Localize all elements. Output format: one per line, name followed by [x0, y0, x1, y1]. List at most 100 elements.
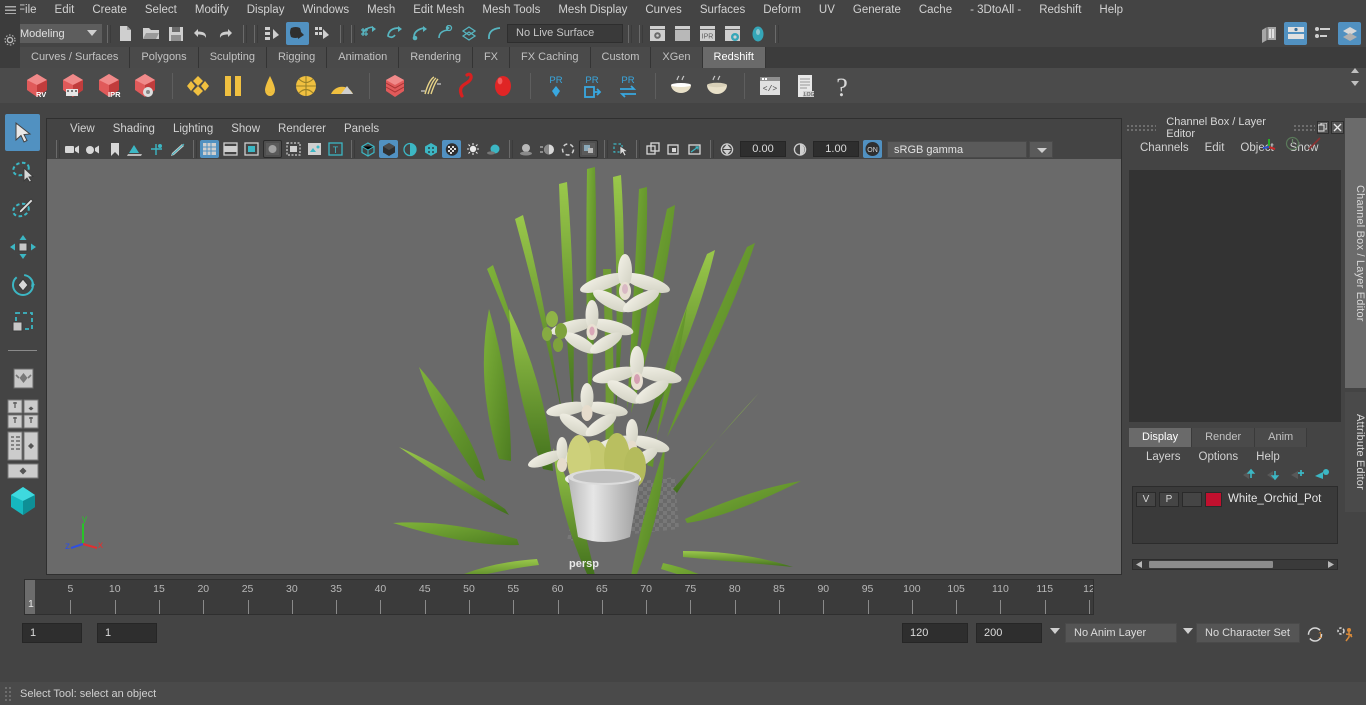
anim-layer-dropdown-arrow[interactable] — [1050, 628, 1060, 634]
texture-checker-icon[interactable] — [442, 140, 461, 158]
redshift-proxy-icon[interactable] — [378, 70, 412, 102]
render-current-frame-icon[interactable] — [646, 22, 669, 45]
exposure-icon[interactable] — [717, 140, 736, 158]
redshift-help-icon[interactable]: ? — [825, 70, 859, 102]
color-space-field[interactable]: sRGB gamma — [887, 140, 1027, 158]
animation-end-time-field[interactable]: 200 — [976, 623, 1042, 643]
panel-grip-left[interactable] — [1126, 124, 1157, 131]
tool-lasso-select[interactable] — [5, 152, 40, 189]
channel-menu-channels[interactable]: Channels — [1132, 142, 1197, 154]
redshift-bump-map-icon[interactable] — [253, 70, 287, 102]
ipr-render-icon[interactable]: IPR — [696, 22, 719, 45]
animation-preferences-icon[interactable] — [1336, 626, 1356, 646]
camera-attributes-icon[interactable] — [84, 140, 103, 158]
manipulator-axes-icon[interactable] — [1262, 137, 1278, 154]
redshift-pr-swap-icon[interactable]: PR — [611, 70, 645, 102]
redshift-render-sequence-icon[interactable] — [56, 70, 90, 102]
snap-to-view-planes-icon[interactable] — [458, 22, 481, 45]
redshift-pr-export-icon[interactable]: PR — [575, 70, 609, 102]
redo-render-icon[interactable] — [671, 22, 694, 45]
redshift-pr-point-cloud-icon[interactable]: PR — [539, 70, 573, 102]
snap-to-grid-icon[interactable] — [358, 22, 381, 45]
shelf-tab-fx-caching[interactable]: FX Caching — [510, 47, 591, 68]
shelf-tab-fx[interactable]: FX — [472, 47, 511, 68]
anim-layer-field[interactable]: No Anim Layer — [1065, 623, 1177, 643]
gamma-field[interactable]: 1.00 — [813, 141, 859, 157]
grease-pencil-icon[interactable] — [168, 140, 187, 158]
snap-to-curve-icon[interactable] — [383, 22, 406, 45]
layout-four-view[interactable] — [5, 399, 41, 429]
screen-space-ao-icon[interactable] — [516, 140, 535, 158]
toggle-grid-icon[interactable] — [200, 140, 219, 158]
shaded-wireframe-icon[interactable] — [400, 140, 419, 158]
menu-generate[interactable]: Generate — [844, 0, 910, 20]
shelf-tab-curves-surfaces[interactable]: Curves / Surfaces — [20, 47, 131, 68]
menu-help[interactable]: Help — [1090, 0, 1132, 20]
viewport-menu-shading[interactable]: Shading — [104, 123, 164, 135]
shelf-tab-xgen[interactable]: XGen — [651, 47, 703, 68]
tool-move[interactable] — [5, 228, 40, 265]
redshift-render-settings-icon[interactable] — [128, 70, 162, 102]
redshift-environment-icon[interactable] — [325, 70, 359, 102]
viewport-menu-renderer[interactable]: Renderer — [269, 123, 335, 135]
new-scene-icon[interactable] — [114, 22, 137, 45]
layout-single-persp[interactable] — [5, 463, 41, 483]
channel-box-content-area[interactable] — [1129, 170, 1341, 422]
workspace-crystal-icon[interactable] — [5, 485, 41, 517]
menu-mesh-display[interactable]: Mesh Display — [549, 0, 636, 20]
playback-end-time-field[interactable]: 120 — [902, 623, 968, 643]
viewport-menu-view[interactable]: View — [61, 123, 104, 135]
wireframe-shading-icon[interactable] — [358, 140, 377, 158]
toggle-gate-mask-icon[interactable] — [263, 140, 282, 158]
tool-last-used[interactable] — [5, 360, 40, 397]
shelf-tab-animation[interactable]: Animation — [327, 47, 400, 68]
display-layer-list[interactable]: V P White_Orchid_Pot — [1132, 486, 1338, 544]
layer-list-horizontal-scrollbar[interactable] — [1132, 559, 1338, 570]
layer-row-white-orchid-pot[interactable]: V P White_Orchid_Pot — [1133, 490, 1337, 508]
layer-color-swatch[interactable] — [1205, 491, 1222, 507]
animation-start-time-field[interactable]: 1 — [22, 623, 82, 643]
redshift-volume-icon[interactable] — [486, 70, 520, 102]
redshift-normal-map-icon[interactable] — [217, 70, 251, 102]
object-select-icon[interactable] — [286, 22, 309, 45]
menu-edit[interactable]: Edit — [46, 0, 84, 20]
menu-edit-mesh[interactable]: Edit Mesh — [404, 0, 473, 20]
redshift-log-icon[interactable]: .LOG — [789, 70, 823, 102]
playback-start-time-field[interactable]: 1 — [97, 623, 157, 643]
menu-windows[interactable]: Windows — [293, 0, 358, 20]
character-set-field[interactable]: No Character Set — [1196, 623, 1300, 643]
shelf-tab-redshift[interactable]: Redshift — [702, 47, 766, 68]
shelf-menu-icon[interactable] — [5, 6, 16, 14]
open-scene-icon[interactable] — [139, 22, 162, 45]
shelf-tab-rigging[interactable]: Rigging — [266, 47, 328, 68]
tool-paint-select[interactable] — [5, 190, 40, 227]
dock-tab-channel-box[interactable]: Channel Box / Layer Editor — [1345, 118, 1366, 388]
character-set-dropdown-arrow[interactable] — [1183, 628, 1193, 634]
two-d-pan-zoom-icon[interactable] — [147, 140, 166, 158]
redshift-render-view-icon[interactable]: RV — [20, 70, 54, 102]
menu-select[interactable]: Select — [136, 0, 186, 20]
shelf-tab-sculpting[interactable]: Sculpting — [198, 47, 267, 68]
color-space-dropdown-arrow[interactable] — [1029, 140, 1053, 158]
shelf-settings-gear-icon[interactable] — [4, 34, 16, 46]
snap-to-projected-center-icon[interactable] — [433, 22, 456, 45]
hypershade-icon[interactable] — [746, 22, 769, 45]
move-layer-down-icon[interactable] — [1266, 468, 1282, 484]
multisample-aa-icon[interactable] — [558, 140, 577, 158]
gamma-icon[interactable] — [790, 140, 809, 158]
layout-outliner-persp[interactable] — [5, 431, 41, 461]
toggle-resolution-gate-icon[interactable] — [242, 140, 261, 158]
redshift-material-icon[interactable] — [181, 70, 215, 102]
redshift-bake-set-icon[interactable] — [664, 70, 698, 102]
shelf-tab-polygons[interactable]: Polygons — [130, 47, 199, 68]
render-settings-icon[interactable] — [721, 22, 744, 45]
toggle-hud-text-icon[interactable]: T — [326, 140, 345, 158]
menu-surfaces[interactable]: Surfaces — [691, 0, 754, 20]
hierarchy-select-icon[interactable] — [261, 22, 284, 45]
xray-active-components-icon[interactable] — [685, 140, 704, 158]
help-line-grip[interactable] — [4, 685, 12, 702]
channel-menu-edit[interactable]: Edit — [1197, 142, 1233, 154]
live-surface-field[interactable]: No Live Surface — [507, 24, 623, 43]
isolate-select-icon[interactable] — [611, 140, 630, 158]
layer-visibility-toggle[interactable]: V — [1136, 491, 1156, 507]
